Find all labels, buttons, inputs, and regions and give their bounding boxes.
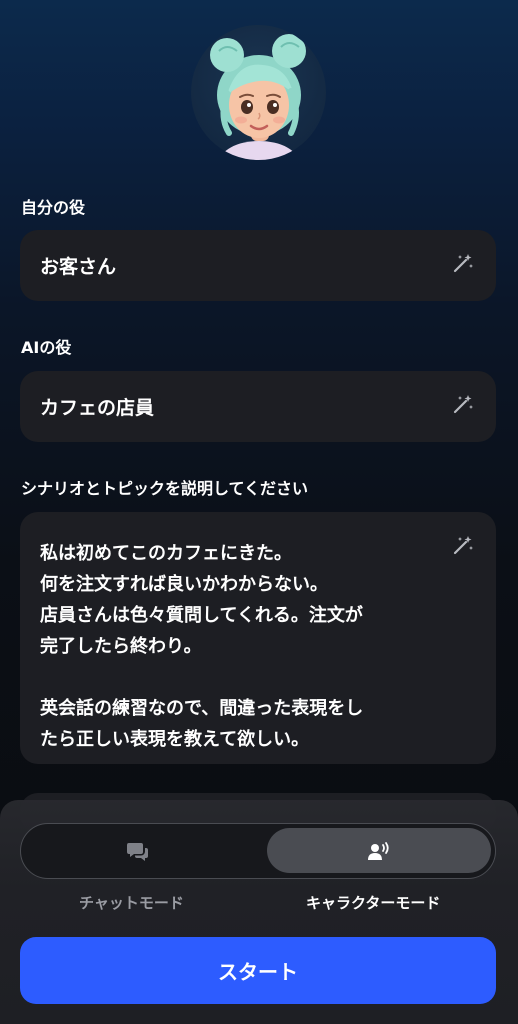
magic-wand-icon[interactable] (452, 534, 474, 556)
start-button[interactable]: スタート (20, 937, 496, 1004)
my-role-label: 自分の役 (21, 198, 86, 217)
magic-wand-icon[interactable] (452, 393, 474, 415)
avatar-illustration (210, 34, 306, 160)
scenario-text: 私は初めてこのカフェにきた。 何を注文すれば良いかわからない。 店員さんは色々質… (40, 543, 364, 750)
character-mode-label[interactable]: キャラクターモード (306, 892, 440, 913)
scenario-label: シナリオとトピックを説明してください (21, 479, 309, 498)
bottom-panel: チャットモード キャラクターモード スタート (0, 800, 518, 1024)
ai-role-field[interactable]: カフェの店員 (20, 371, 496, 442)
ai-role-label: AIの役 (21, 338, 72, 357)
ai-role-value: カフェの店員 (40, 397, 155, 419)
mode-toggle[interactable] (20, 823, 496, 879)
my-role-field[interactable]: お客さん (20, 230, 496, 301)
chat-mode-label[interactable]: チャットモード (79, 892, 184, 913)
chat-bubbles-icon[interactable] (126, 840, 150, 862)
magic-wand-icon[interactable] (452, 252, 474, 274)
my-role-value: お客さん (40, 256, 117, 278)
person-voice-icon[interactable] (367, 840, 391, 862)
character-avatar (191, 25, 326, 160)
scenario-textarea[interactable]: 私は初めてこのカフェにきた。 何を注文すれば良いかわからない。 店員さんは色々質… (20, 512, 496, 764)
